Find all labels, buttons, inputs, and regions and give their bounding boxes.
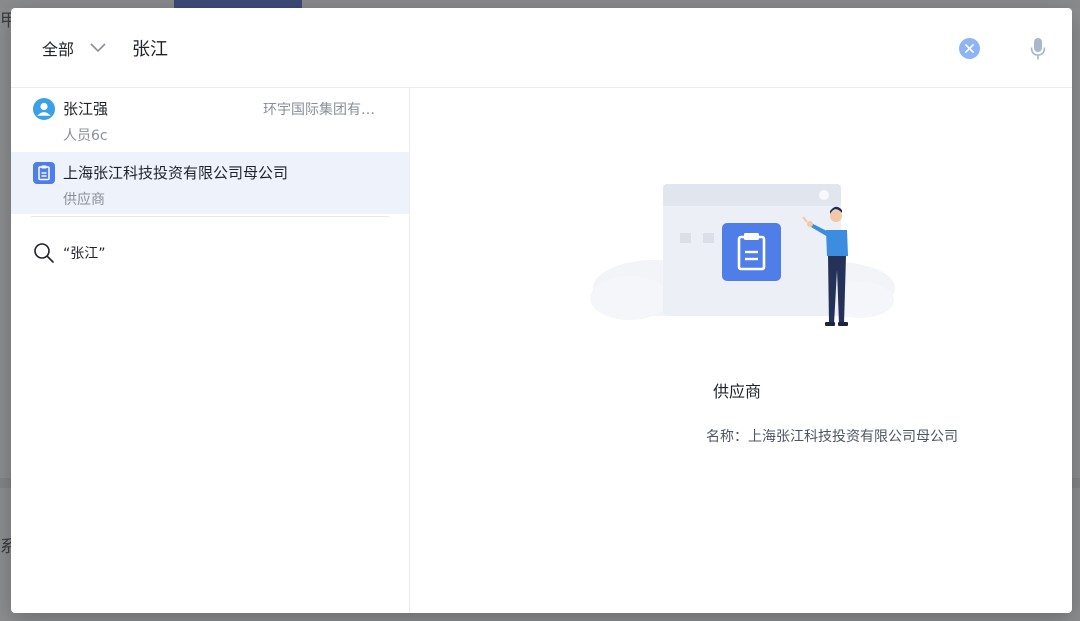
person-icon xyxy=(33,98,55,120)
result-item-supplier[interactable]: 上海张江科技投资有限公司母公司 供应商 xyxy=(11,152,409,214)
microphone-icon[interactable] xyxy=(1029,37,1047,61)
detail-category: 供应商 xyxy=(713,382,762,401)
suggestion-text: “张江” xyxy=(63,246,106,262)
clipboard-icon xyxy=(33,162,55,184)
background-active-tab xyxy=(174,0,302,8)
result-organization: 环宇国际集团有限公司 xyxy=(263,102,379,118)
search-bar: 全部 xyxy=(11,8,1072,88)
result-subtitle: 人员6c xyxy=(63,128,108,144)
clear-button[interactable] xyxy=(959,38,980,59)
scope-label: 全部 xyxy=(42,40,75,59)
chevron-down-icon xyxy=(90,43,106,53)
result-list: 张江强 环宇国际集团有限公司 人员6c 上海张江科技投资有限公司母公司 供应商 … xyxy=(11,88,410,613)
detail-name-label: 名称： xyxy=(706,429,748,445)
result-divider xyxy=(31,216,389,217)
search-suggestion[interactable]: “张江” xyxy=(33,241,106,265)
detail-pane: 供应商 名称：上海张江科技投资有限公司母公司 xyxy=(410,88,1072,613)
result-title: 张江强 xyxy=(63,100,109,118)
detail-name-field: 名称：上海张江科技投资有限公司母公司 xyxy=(706,426,958,446)
search-icon xyxy=(34,243,54,263)
result-subtitle: 供应商 xyxy=(63,192,105,208)
search-modal: 全部 张江强 环宇国际集团有限公司 人 xyxy=(11,8,1072,613)
result-item-person[interactable]: 张江强 环宇国际集团有限公司 人员6c xyxy=(11,88,409,150)
background-tab-bar xyxy=(0,0,1080,8)
search-input[interactable] xyxy=(132,30,832,66)
close-icon xyxy=(965,44,974,53)
scope-dropdown[interactable]: 全部 xyxy=(42,33,108,63)
detail-name-value: 上海张江科技投资有限公司母公司 xyxy=(748,429,958,445)
result-title: 上海张江科技投资有限公司母公司 xyxy=(63,164,289,182)
supplier-illustration xyxy=(590,184,895,326)
